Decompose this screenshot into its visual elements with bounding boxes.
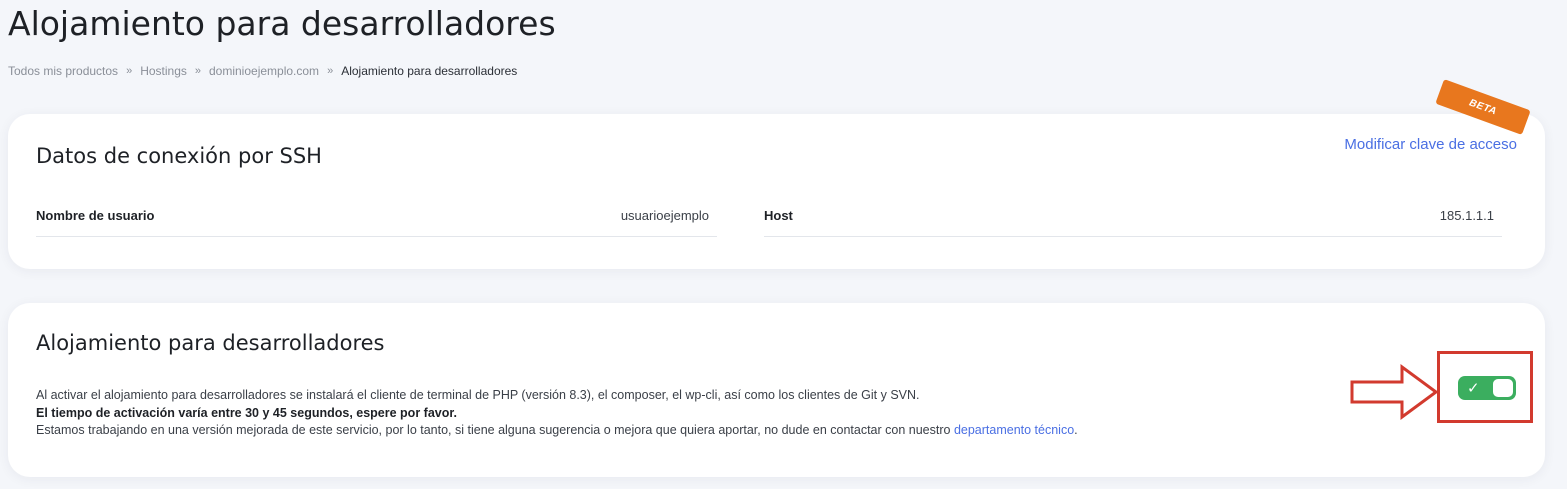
arrow-annotation-icon — [1350, 364, 1439, 420]
breadcrumb-item-hostings[interactable]: Hostings — [140, 64, 187, 78]
username-row: Nombre de usuario usuarioejemplo — [36, 204, 717, 237]
host-row: Host 185.1.1.1 — [764, 204, 1502, 237]
feedback-text: Estamos trabajando en una versión mejora… — [36, 423, 954, 437]
breadcrumb-separator: » — [126, 65, 133, 77]
username-label: Nombre de usuario — [36, 207, 155, 223]
dev-description-line3: Estamos trabajando en una versión mejora… — [36, 422, 1078, 440]
breadcrumb-separator: » — [194, 65, 201, 77]
developer-hosting-card: Alojamiento para desarrolladores Al acti… — [8, 303, 1545, 477]
page-title: Alojamiento para desarrolladores — [8, 4, 556, 43]
beta-badge: BETA — [1435, 79, 1531, 135]
dev-description-line1: Al activar el alojamiento para desarroll… — [36, 388, 920, 402]
breadcrumb-separator: » — [327, 65, 334, 77]
ssh-connection-card: BETA Datos de conexión por SSH Modificar… — [8, 79, 1545, 269]
tech-department-link[interactable]: departamento técnico — [954, 423, 1074, 437]
breadcrumb-current: Alojamiento para desarrolladores — [341, 64, 518, 78]
modify-password-link[interactable]: Modificar clave de acceso — [1344, 136, 1517, 153]
host-label: Host — [764, 207, 793, 223]
activation-time-notice: El tiempo de activación varía entre 30 y… — [36, 405, 458, 420]
dev-card-title: Alojamiento para desarrolladores — [36, 331, 385, 355]
check-icon: ✓ — [1467, 379, 1480, 397]
username-value: usuarioejemplo — [620, 207, 709, 223]
dev-description: Al activar el alojamiento para desarroll… — [36, 387, 1078, 440]
ssh-card-title: Datos de conexión por SSH — [36, 144, 322, 168]
developer-hosting-toggle[interactable]: ✓ — [1458, 376, 1516, 400]
feedback-text-end: . — [1074, 423, 1078, 437]
breadcrumb: Todos mis productos » Hostings » dominio… — [8, 64, 517, 78]
breadcrumb-item-products[interactable]: Todos mis productos — [8, 64, 118, 78]
host-value: 185.1.1.1 — [1439, 207, 1494, 223]
toggle-knob — [1493, 379, 1513, 397]
breadcrumb-item-domain[interactable]: dominioejemplo.com — [209, 64, 319, 78]
